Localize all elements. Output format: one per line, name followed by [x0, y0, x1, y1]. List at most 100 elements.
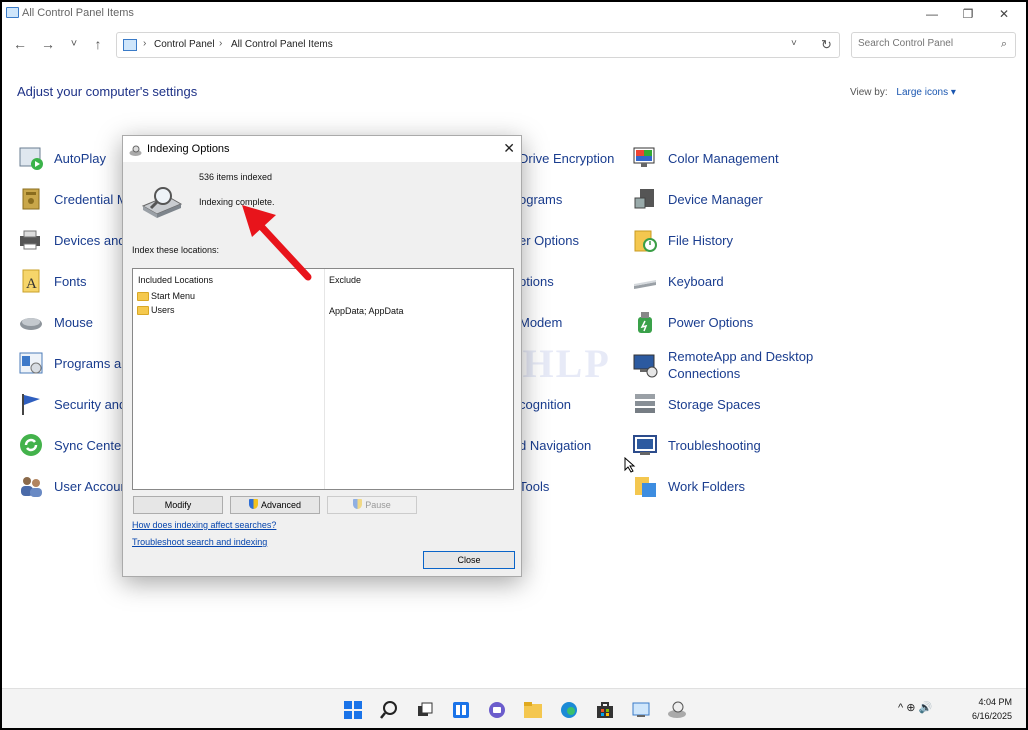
item-label: ptions [519, 273, 554, 289]
location-name: Users [151, 305, 175, 315]
item-file-history[interactable]: File History [632, 223, 733, 257]
item-remoteapp[interactable]: RemoteApp and Desktop Connections [632, 346, 828, 384]
indexing-help-link[interactable]: How does indexing affect searches? [132, 520, 276, 530]
item-phone-and-modem[interactable]: Modem [519, 305, 562, 339]
dialog-titlebar: Indexing Options ✕ [123, 136, 521, 162]
close-window-button[interactable]: ✕ [986, 4, 1022, 24]
device-manager-icon [632, 186, 658, 212]
item-programs-and-features[interactable]: Programs ar [18, 346, 126, 380]
item-color-management[interactable]: Color Management [632, 141, 779, 175]
up-icon[interactable]: ↑ [88, 36, 108, 52]
item-windows-tools[interactable]: Tools [519, 469, 549, 503]
indexing-icon [129, 143, 142, 156]
item-work-folders[interactable]: Work Folders [632, 469, 745, 503]
column-divider [324, 269, 325, 489]
back-icon[interactable]: ← [10, 36, 30, 52]
item-label: Storage Spaces [668, 396, 761, 412]
search-icon[interactable] [379, 700, 399, 720]
troubleshooting-icon [632, 432, 658, 458]
clock[interactable]: 4:04 PM 6/16/2025 [964, 695, 1012, 723]
troubleshoot-link[interactable]: Troubleshoot search and indexing [132, 537, 267, 547]
breadcrumb-all-items[interactable]: All Control Panel Items [231, 39, 333, 50]
search-icon[interactable]: ⌕ [1001, 38, 1007, 51]
maximize-button[interactable]: ❐ [950, 4, 986, 24]
address-dropdown-icon[interactable]: ˅ [791, 38, 797, 49]
programs-icon [18, 350, 44, 376]
dialog-close-button[interactable]: Close [423, 551, 515, 569]
dialog-close-icon[interactable]: ✕ [503, 140, 515, 157]
item-autoplay[interactable]: AutoPlay [18, 141, 106, 175]
work-folders-icon [632, 473, 658, 499]
item-label: cognition [519, 396, 572, 412]
users-icon [18, 473, 44, 499]
start-icon[interactable] [343, 700, 363, 720]
item-devices-and-printers[interactable]: Devices and [18, 223, 126, 257]
item-fonts[interactable]: A Fonts [18, 264, 87, 298]
item-label: User Accoun [54, 478, 128, 494]
shield-icon [248, 499, 258, 509]
taskbar: ^ ⊕ 🔊 4:04 PM 6/16/2025 [2, 688, 1026, 728]
column-header-included: Included Locations [138, 275, 214, 285]
storage-spaces-icon [632, 391, 658, 417]
shield-icon [353, 499, 363, 509]
item-bitlocker[interactable]: Drive Encryption [519, 141, 614, 175]
item-power-options[interactable]: Power Options [632, 305, 753, 339]
red-arrow-annotation [242, 205, 312, 281]
chat-icon[interactable] [487, 700, 507, 720]
file-explorer-icon[interactable] [523, 700, 543, 720]
system-tray[interactable]: ^ ⊕ 🔊 [898, 701, 932, 714]
indexing-options-taskbar-icon[interactable] [667, 700, 687, 720]
item-label: Modem [519, 314, 563, 330]
color-management-icon [632, 145, 658, 171]
item-label: Mouse [54, 314, 94, 330]
forward-icon[interactable]: → [38, 36, 58, 52]
control-panel-icon [6, 7, 19, 18]
item-sync-center[interactable]: Sync Center [18, 428, 126, 462]
item-user-accounts[interactable]: User Accoun [18, 469, 128, 503]
view-by-dropdown[interactable]: Large icons ▾ [896, 87, 956, 98]
item-label: er Options [519, 232, 579, 248]
item-security-and-maintenance[interactable]: Security and [18, 387, 126, 421]
item-internet-options[interactable]: ptions [519, 264, 554, 298]
item-storage-spaces[interactable]: Storage Spaces [632, 387, 761, 421]
recent-locations-icon[interactable]: ˅ [64, 38, 84, 50]
item-default-programs[interactable]: ograms [519, 182, 562, 216]
edge-icon[interactable] [559, 700, 579, 720]
item-credential-manager[interactable]: Credential M [18, 182, 128, 216]
search-input[interactable] [858, 38, 988, 49]
breadcrumb-control-panel[interactable]: Control Panel [154, 39, 215, 50]
advanced-button[interactable]: Advanced [230, 496, 320, 514]
file-history-icon [632, 227, 658, 253]
view-by: View by: Large icons ▾ [850, 87, 956, 98]
location-row[interactable]: Users [137, 305, 175, 315]
autoplay-icon [18, 145, 44, 171]
widgets-icon[interactable] [451, 700, 471, 720]
item-explorer-options[interactable]: er Options [519, 223, 579, 257]
locations-table[interactable]: Included Locations Exclude Start Menu Us… [132, 268, 514, 490]
item-label: Devices and [54, 232, 126, 248]
refresh-icon[interactable]: ↻ [821, 37, 832, 53]
dialog-title: Indexing Options [147, 143, 230, 155]
address-bar[interactable]: › Control Panel › All Control Panel Item… [116, 32, 840, 58]
power-options-icon [632, 309, 658, 335]
item-keyboard[interactable]: Keyboard [632, 264, 724, 298]
desktop-screen: All Control Panel Items — ❐ ✕ ← → ˅ ↑ › … [2, 2, 1026, 728]
item-taskbar-and-navigation[interactable]: d Navigation [519, 428, 591, 462]
location-row[interactable]: Start Menu [137, 291, 195, 301]
item-label: Programs ar [54, 355, 126, 371]
modify-button[interactable]: Modify [133, 496, 223, 514]
folder-icon [137, 305, 149, 315]
item-mouse[interactable]: Mouse [18, 305, 93, 339]
pause-button[interactable]: Pause [327, 496, 417, 514]
item-label: RemoteApp and Desktop Connections [668, 349, 814, 381]
store-icon[interactable] [595, 700, 615, 720]
item-label: d Navigation [519, 437, 592, 453]
minimize-button[interactable]: — [914, 4, 950, 24]
credential-manager-icon [18, 186, 44, 212]
item-speech-recognition[interactable]: cognition [519, 387, 571, 421]
item-troubleshooting[interactable]: Troubleshooting [632, 428, 761, 462]
item-device-manager[interactable]: Device Manager [632, 182, 763, 216]
task-view-icon[interactable] [415, 700, 435, 720]
control-panel-taskbar-icon[interactable] [631, 700, 651, 720]
search-box[interactable]: ⌕ [851, 32, 1016, 58]
